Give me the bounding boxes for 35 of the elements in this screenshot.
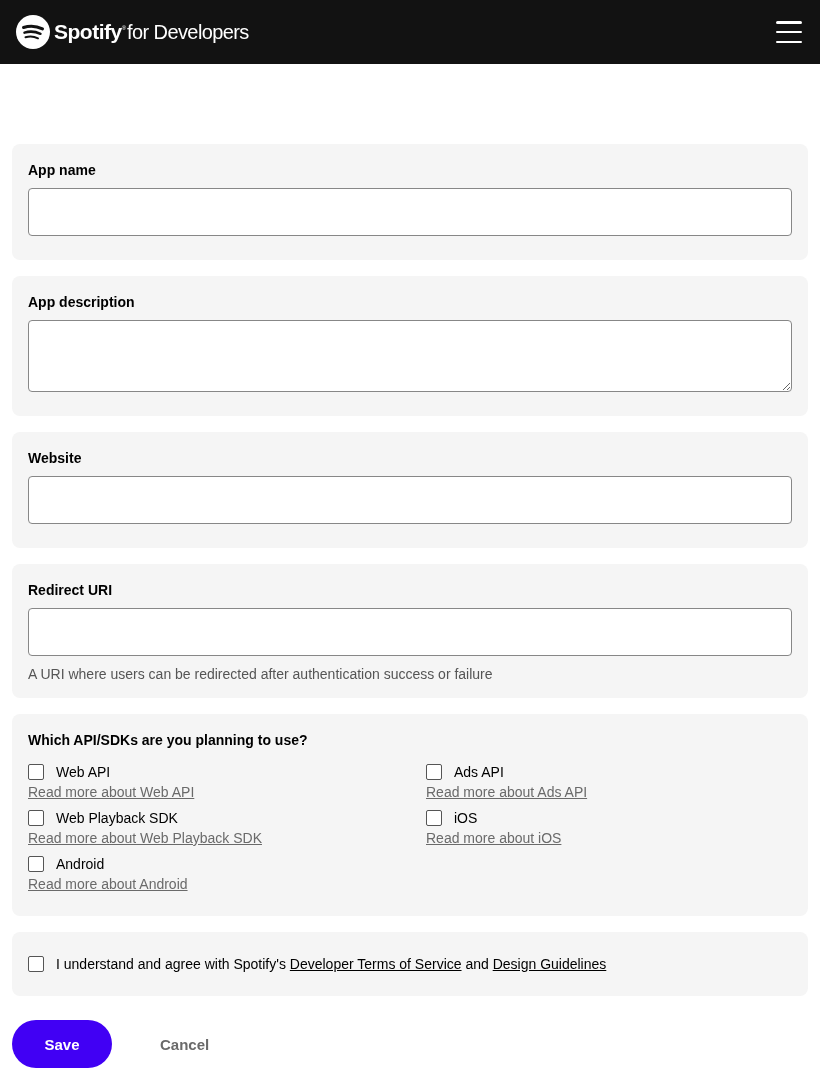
option-label: iOS bbox=[454, 810, 478, 826]
menu-icon[interactable] bbox=[776, 21, 802, 43]
option-label: Web Playback SDK bbox=[56, 810, 178, 826]
guidelines-link[interactable]: Design Guidelines bbox=[492, 956, 607, 972]
field-label: Website bbox=[28, 450, 83, 466]
checkbox[interactable] bbox=[28, 956, 44, 972]
read-more-link[interactable]: Read more about Android bbox=[28, 876, 188, 892]
read-more-link[interactable]: Read more about Web Playback SDK bbox=[28, 830, 262, 846]
read-more-link[interactable]: Read more about Ads API bbox=[426, 784, 588, 800]
read-more-link[interactable]: Read more about iOS bbox=[426, 830, 562, 846]
text-area[interactable] bbox=[28, 320, 792, 392]
brand-suffix: for Developers bbox=[127, 20, 249, 44]
cancel-button[interactable]: Cancel bbox=[138, 1027, 232, 1061]
option-label: Android bbox=[56, 856, 105, 872]
checkbox[interactable] bbox=[28, 810, 44, 826]
option-label: Web API bbox=[56, 764, 111, 780]
option-label: Ads API bbox=[454, 764, 504, 780]
agreement-text: I understand and agree with Spotify's Developer Terms of Service and Design Guidelines bbox=[56, 956, 607, 972]
checkbox[interactable] bbox=[28, 856, 44, 872]
field-label: Redirect URI bbox=[28, 582, 114, 598]
input-field[interactable] bbox=[28, 476, 792, 524]
input-field[interactable] bbox=[28, 188, 792, 236]
checkbox[interactable] bbox=[28, 764, 44, 780]
input-field[interactable] bbox=[28, 608, 792, 656]
checkbox[interactable] bbox=[426, 810, 442, 826]
terms-link[interactable]: Developer Terms of Service bbox=[289, 956, 462, 972]
brand-name: Spotify bbox=[54, 20, 122, 44]
help-text: A URI where users can be redirected after authentication success or failure bbox=[28, 666, 494, 682]
read-more-link[interactable]: Read more about Web API bbox=[28, 784, 195, 800]
save-button[interactable]: Save bbox=[12, 1020, 112, 1068]
field-label: App name bbox=[28, 162, 97, 178]
checkbox[interactable] bbox=[426, 764, 442, 780]
question-label: Which API/SDKs are you planning to use? bbox=[28, 732, 309, 748]
logo-icon bbox=[16, 15, 50, 49]
field-label: App description bbox=[28, 294, 136, 310]
